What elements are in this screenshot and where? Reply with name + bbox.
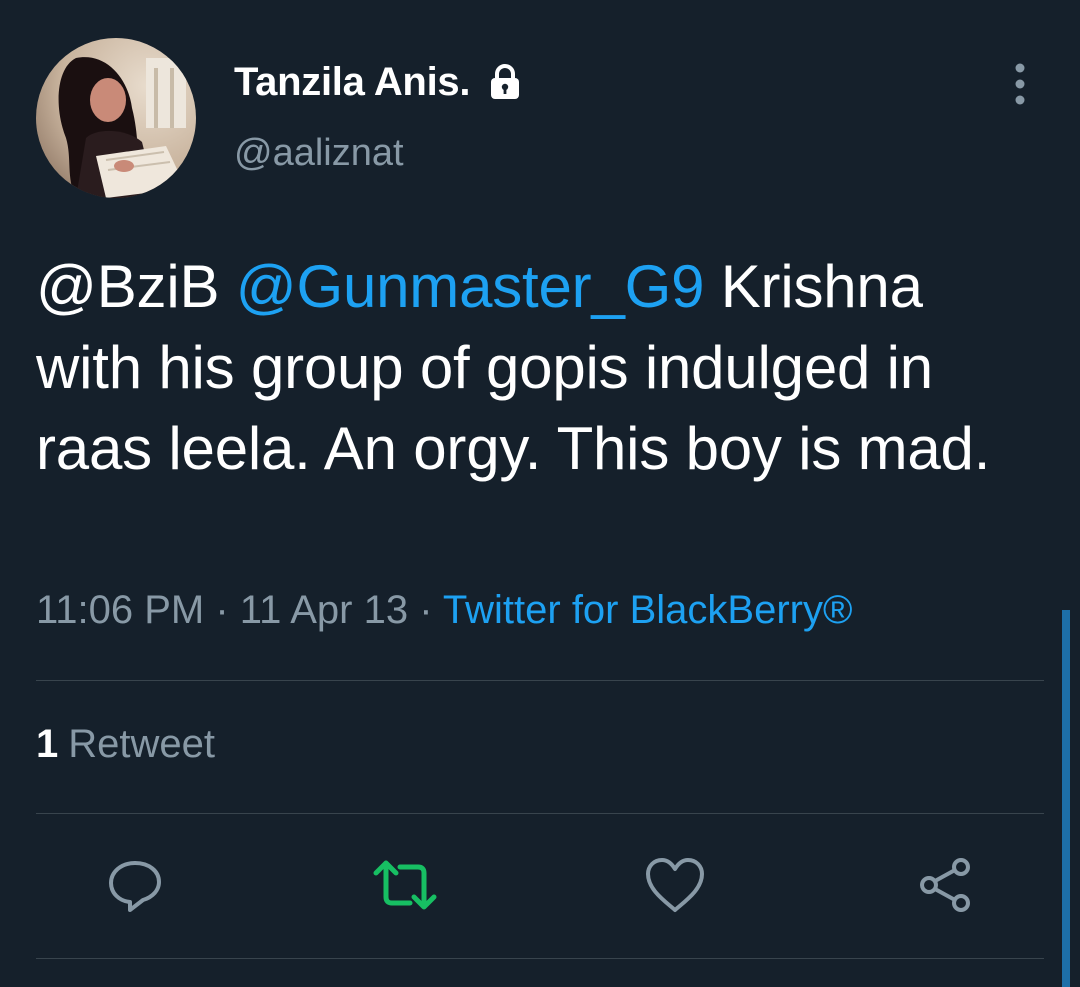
divider [36, 813, 1044, 814]
divider [36, 958, 1044, 959]
tweet-source-link[interactable]: Twitter for BlackBerry® [443, 588, 853, 632]
user-handle[interactable]: @aaliznat [234, 132, 404, 175]
meta-separator: · [408, 588, 443, 632]
mention-bzib[interactable]: @BziB [36, 253, 219, 320]
heart-icon [644, 856, 706, 919]
mention-gunmaster[interactable]: @Gunmaster_G9 [236, 253, 705, 320]
reply-button[interactable] [100, 852, 170, 922]
meta-separator: · [204, 588, 240, 632]
share-icon [915, 855, 975, 920]
retweet-stats[interactable]: 1 Retweet [36, 722, 215, 767]
more-options-icon[interactable] [1004, 62, 1036, 106]
lock-icon [486, 63, 524, 101]
retweet-label: Retweet [68, 722, 215, 766]
share-button[interactable] [910, 852, 980, 922]
tweet-time: 11:06 PM [36, 588, 205, 632]
display-name[interactable]: Tanzila Anis. [234, 60, 470, 105]
display-name-row[interactable]: Tanzila Anis. [234, 56, 524, 108]
reply-icon [105, 855, 165, 920]
avatar[interactable] [36, 38, 196, 198]
tweet-date: 11 Apr 13 [239, 588, 409, 632]
like-button[interactable] [640, 852, 710, 922]
tweet-meta: 11:06 PM · 11 Apr 13 · Twitter for Black… [36, 588, 852, 633]
retweet-icon [370, 855, 440, 920]
tweet-detail: Tanzila Anis. @aaliznat @BziB @Gunmaster… [0, 0, 1080, 987]
divider [36, 680, 1044, 681]
retweet-button[interactable] [370, 852, 440, 922]
scrollbar[interactable] [1062, 610, 1070, 987]
tweet-body: @BziB @Gunmaster_G9 Krishna with his gro… [36, 246, 1036, 489]
retweet-count: 1 [36, 722, 59, 766]
